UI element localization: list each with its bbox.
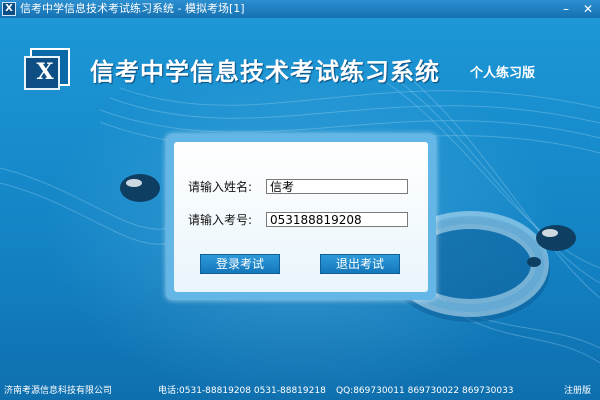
company-name: 济南考源信息科技有限公司 xyxy=(4,386,113,396)
exam-id-label: 请输入考号: xyxy=(188,213,253,227)
qq-numbers: QQ:869730011 869730022 869730033 xyxy=(336,386,514,396)
name-input[interactable] xyxy=(266,179,408,194)
close-button[interactable]: ✕ xyxy=(580,1,596,17)
footer: 济南考源信息科技有限公司 电话:0531-88819208 0531-88819… xyxy=(0,382,600,400)
window-title: 信考中学信息技术考试练习系统 - 模拟考场[1] xyxy=(20,2,245,15)
logo-letter: X xyxy=(36,59,54,85)
minimize-button[interactable]: – xyxy=(558,1,574,17)
login-form: 请输入姓名: 请输入考号: 登录考试 退出考试 xyxy=(174,142,428,292)
x-logo-icon: X xyxy=(24,48,70,90)
name-label: 请输入姓名: xyxy=(188,180,253,194)
app-title: 信考中学信息技术考试练习系统 xyxy=(90,58,440,86)
title-bar[interactable]: X 信考中学信息技术考试练习系统 - 模拟考场[1] – ✕ xyxy=(0,0,600,18)
exit-exam-button[interactable]: 退出考试 xyxy=(320,254,400,274)
exam-id-input[interactable] xyxy=(266,212,408,227)
phone-numbers: 电话:0531-88819208 0531-88819218 xyxy=(158,386,326,396)
app-window: X 信考中学信息技术考试练习系统 - 模拟考场[1] – ✕ X 信考中学信息技… xyxy=(0,0,600,400)
app-icon: X xyxy=(2,2,16,16)
login-panel: 请输入姓名: 请输入考号: 登录考试 退出考试 xyxy=(166,134,436,300)
start-exam-button[interactable]: 登录考试 xyxy=(200,254,280,274)
edition-label: 个人练习版 xyxy=(470,66,536,81)
register-label[interactable]: 注册版 xyxy=(564,382,591,400)
